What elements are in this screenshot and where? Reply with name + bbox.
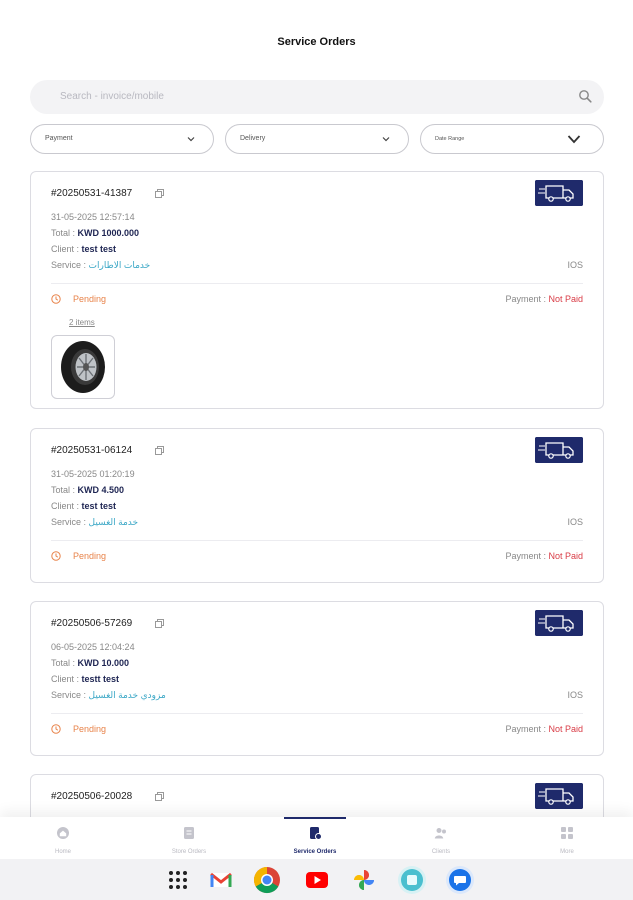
date-range-filter[interactable]: Date Range [420,124,604,154]
app-drawer-icon[interactable] [163,865,193,895]
order-number: #20250506-20028 [51,791,133,802]
delivery-filter-dropdown[interactable]: Delivery [225,124,409,154]
order-status: Pending [51,551,106,561]
chrome-icon[interactable] [252,865,282,895]
active-tab-indicator [284,817,346,819]
search-placeholder: Search - invoice/mobile [60,91,164,102]
home-icon [57,827,69,839]
nav-home[interactable]: Home [0,817,126,859]
divider [51,540,583,541]
nav-store-orders[interactable]: Store Orders [126,817,252,859]
order-number: #20250506-57269 [51,618,133,629]
order-card[interactable]: #20250531-06124 31-05-2025 01:20:19 Tota… [30,428,604,583]
order-platform: IOS [567,690,583,700]
delivery-filter-label: Delivery [240,135,266,142]
clock-icon [51,724,61,734]
search-input[interactable]: Search - invoice/mobile [30,80,604,114]
messages-icon[interactable] [445,865,475,895]
order-total: Total : KWD 4.500 [51,485,125,495]
nav-home-label: Home [54,849,71,855]
order-status: Pending [51,724,106,734]
chevron-down-icon [187,137,195,142]
bottom-navigation: Home Store Orders Service Orders Clients… [0,817,633,859]
page-title: Service Orders [277,36,356,48]
order-datetime: 31-05-2025 01:20:19 [51,469,135,479]
delivery-truck-icon [535,783,583,809]
delivery-truck-icon [535,180,583,206]
order-card[interactable]: #20250506-57269 06-05-2025 12:04:24 Tota… [30,601,604,756]
payment-status: Payment : Not Paid [505,294,583,304]
nav-store-orders-label: Store Orders [171,849,207,855]
nav-more[interactable]: More [504,817,630,859]
order-client: Client : test test [51,244,117,254]
order-platform: IOS [567,517,583,527]
search-icon[interactable] [578,89,592,103]
nav-more-label: More [560,849,574,855]
divider [51,283,583,284]
clients-icon [434,828,446,839]
order-total: Total : KWD 1000.000 [51,228,140,238]
payment-filter-label: Payment [45,135,73,142]
order-service: Service : مزودي خدمة الغسيل [51,690,166,700]
photos-icon[interactable] [349,865,379,895]
product-thumbnail[interactable] [51,335,115,399]
nav-clients[interactable]: Clients [378,817,504,859]
gmail-icon[interactable] [206,865,236,895]
order-service: Service : خدمة الغسيل [51,517,139,527]
nav-service-orders[interactable]: Service Orders [252,817,378,859]
order-client: Client : testt test [51,674,120,684]
order-platform: IOS [567,260,583,270]
clock-icon [51,551,61,561]
delivery-truck-icon [535,610,583,636]
order-number: #20250531-06124 [51,445,133,456]
copy-icon[interactable] [155,189,164,198]
items-link[interactable]: 2 items [69,318,95,327]
divider [51,713,583,714]
delivery-truck-icon [535,437,583,463]
order-client: Client : test test [51,501,117,511]
payment-status: Payment : Not Paid [505,724,583,734]
filter-bar: Payment Delivery Date Range [30,124,604,154]
payment-filter-dropdown[interactable]: Payment [30,124,214,154]
chevron-down-icon [567,135,581,144]
store-orders-icon [184,827,194,839]
copy-icon[interactable] [155,792,164,801]
order-number: #20250531-41387 [51,188,133,199]
order-datetime: 31-05-2025 12:57:14 [51,212,135,222]
order-datetime: 06-05-2025 12:04:24 [51,642,135,652]
date-range-label: Date Range [435,136,465,142]
payment-status: Payment : Not Paid [505,551,583,561]
copy-icon[interactable] [155,446,164,455]
grid-icon [561,827,573,839]
order-service: Service : خدمات الاطارات [51,260,151,270]
nav-clients-label: Clients [431,849,451,855]
clock-icon [51,294,61,304]
copy-icon[interactable] [155,619,164,628]
nav-service-orders-label: Service Orders [293,849,337,855]
order-card[interactable]: #20250531-41387 31-05-2025 12:57:14 Tota… [30,171,604,409]
youtube-icon[interactable] [302,865,332,895]
app-icon-teal[interactable] [397,865,427,895]
tire-icon [61,341,105,393]
system-taskbar [0,859,633,900]
service-orders-icon [310,827,322,840]
order-total: Total : KWD 10.000 [51,658,130,668]
chevron-down-icon [382,137,390,142]
order-status: Pending [51,294,106,304]
